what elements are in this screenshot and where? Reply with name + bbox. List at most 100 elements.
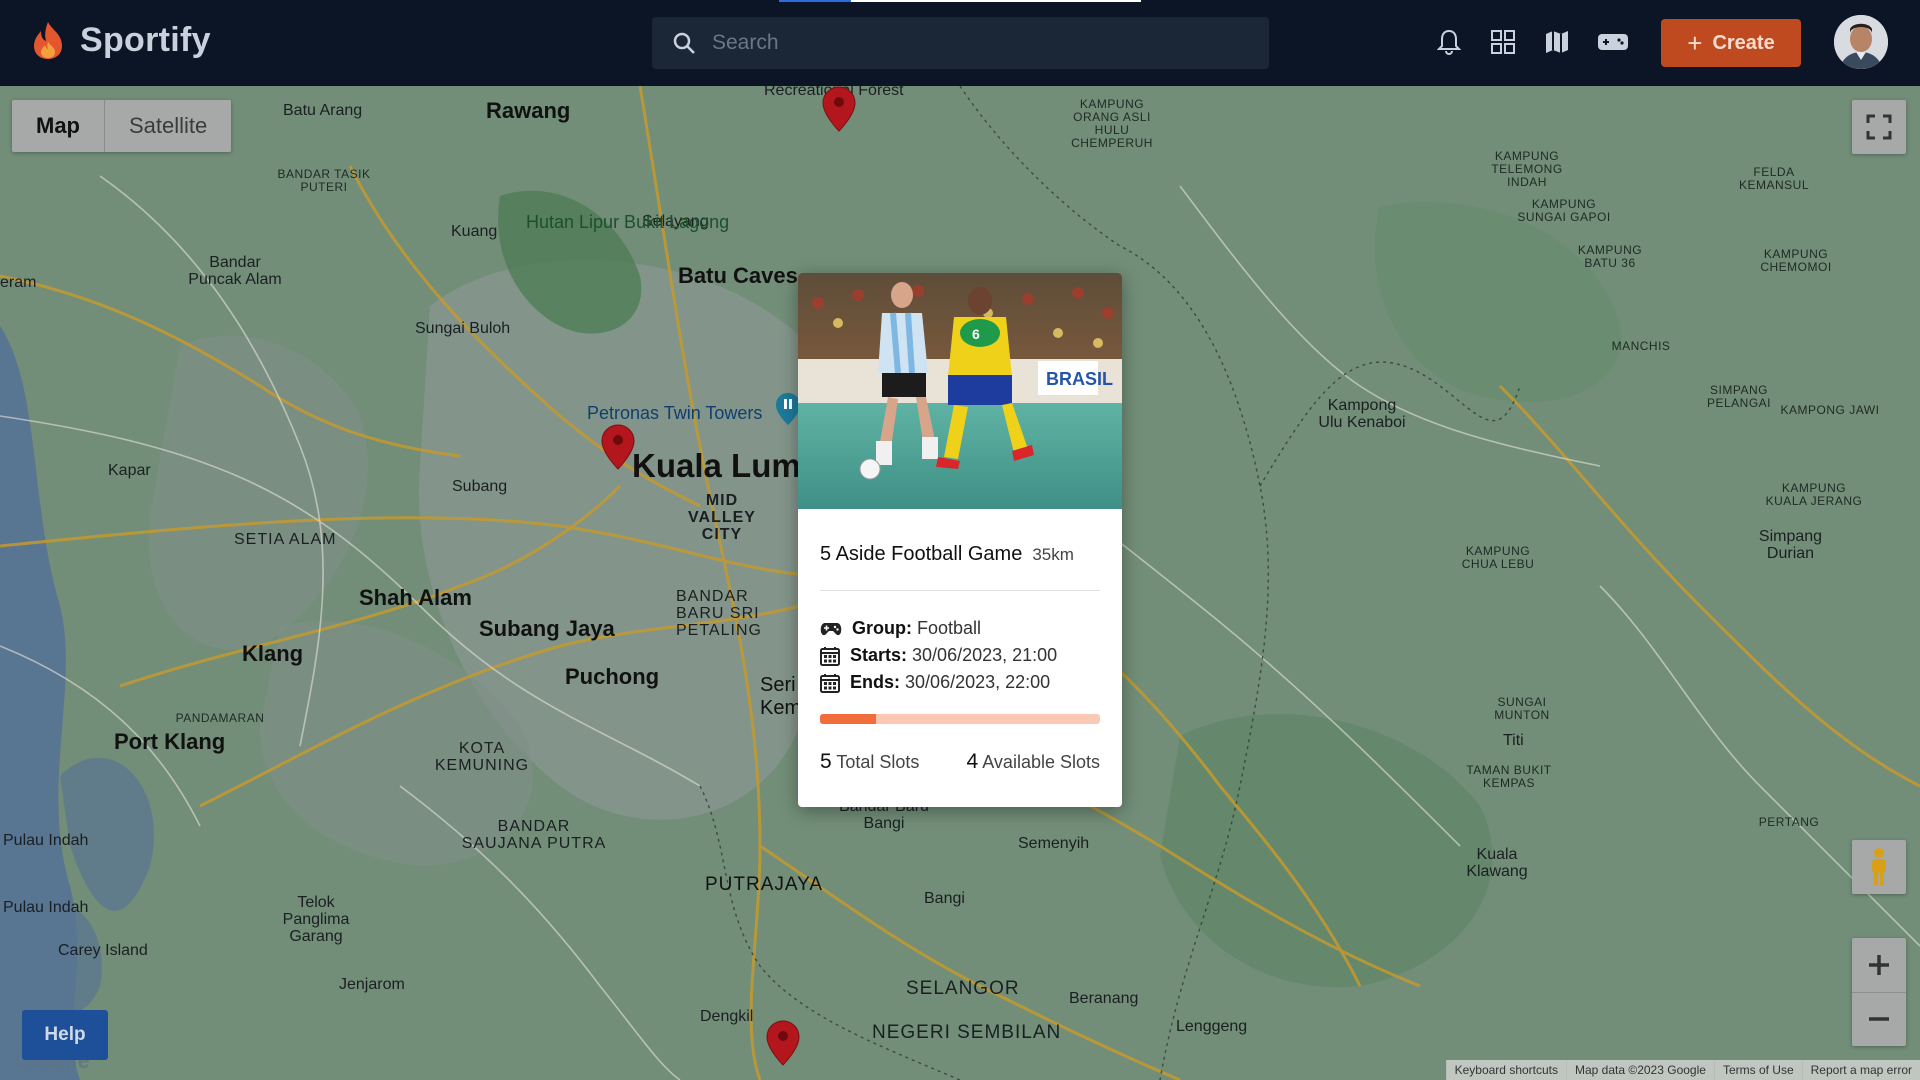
total-slots-label: Total Slots (836, 752, 920, 772)
available-slots-label: Available Slots (982, 752, 1100, 772)
ends-label: Ends: (850, 672, 901, 692)
report-map-error-link[interactable]: Report a map error (1801, 1060, 1920, 1080)
map-label-felda-kemansul: FELDA KEMANSUL (1738, 165, 1810, 192)
map-type-satellite[interactable]: Satellite (105, 100, 231, 152)
create-button[interactable]: + Create (1661, 19, 1801, 67)
event-pin-marker[interactable] (766, 1020, 800, 1066)
zoom-out-button[interactable] (1852, 993, 1906, 1047)
avatar[interactable] (1834, 15, 1888, 69)
map-attribution: Keyboard shortcuts Map data ©2023 Google… (1445, 1060, 1920, 1080)
map-label-kampung-chemomoi: KAMPUNG CHEMOMOI (1760, 247, 1832, 274)
map-label-petronas: Petronas Twin Towers (587, 403, 763, 423)
event-group-row: Group: Football (820, 615, 1100, 642)
map-label-kuala-lumpur: Kuala Lum (632, 447, 801, 484)
map-label-dengkil: Dengkil (700, 1008, 754, 1025)
map-label-subang: Subang (452, 478, 508, 495)
map-label-simpang-durian: Simpang Durian (1758, 528, 1823, 562)
starts-label: Starts: (850, 645, 908, 665)
map-label-kapar: Kapar (108, 462, 151, 479)
brand[interactable]: Sportify (28, 20, 211, 60)
plus-icon (1869, 954, 1889, 975)
zoom-control[interactable] (1852, 938, 1906, 1046)
map-icon[interactable] (1542, 24, 1572, 60)
event-distance: 35km (1032, 545, 1074, 564)
map-label-kampung-orang-asli: KAMPUNG ORANG ASLI HULU CHEMPERUH (1071, 97, 1153, 150)
map-label-mid-valley: MID VALLEY CITY (688, 492, 756, 543)
event-starts-row: Starts: 30/06/2023, 21:00 (820, 642, 1100, 669)
event-pin-marker[interactable] (822, 86, 856, 132)
map-label-sungai-buloh: Sungai Buloh (415, 320, 511, 337)
available-slots: 4 Available Slots (967, 750, 1100, 774)
grid-icon[interactable] (1488, 24, 1518, 60)
gamepad-icon (820, 622, 842, 635)
zoom-in-button[interactable] (1852, 938, 1906, 993)
search-icon (673, 32, 695, 54)
map-label-kampong-ulu-kenaboi: Kampong Ulu Kenaboi (1318, 397, 1406, 431)
map-label-shah-alam: Shah Alam (359, 585, 472, 610)
ends-value: 30/06/2023, 22:00 (905, 672, 1051, 692)
map-label-kampong-jawi: KAMPONG JAWI (1780, 403, 1880, 417)
map-label-puchong: Puchong (565, 664, 660, 689)
create-button-label: Create (1712, 31, 1775, 54)
fullscreen-button[interactable] (1852, 100, 1906, 154)
terms-of-use-link[interactable]: Terms of Use (1713, 1060, 1802, 1080)
group-value: Football (917, 618, 982, 638)
map-label-simpang-pelangai: SIMPANG PELANGAI (1706, 383, 1772, 410)
search-input[interactable] (710, 30, 1234, 56)
search-bar[interactable] (652, 17, 1269, 69)
map-label-titi: Titi (1503, 732, 1524, 749)
map-label-kampung-sungai-gapoi: KAMPUNG SUNGAI GAPOI (1517, 197, 1611, 224)
help-button[interactable]: Help (22, 1010, 108, 1060)
minus-icon (1869, 1017, 1889, 1021)
street-view-pegman[interactable] (1852, 840, 1906, 894)
available-slots-count: 4 (966, 750, 979, 773)
map-label-bandar-saujana: BANDAR SAUJANA PUTRA (461, 818, 607, 852)
map-label-kuala-klawang: Kuala Klawang (1466, 846, 1528, 880)
map-label-pulau-indah-1: Pulau Indah (3, 832, 89, 849)
svg-text:BRASIL: BRASIL (1046, 369, 1113, 389)
calendar-icon (820, 646, 840, 666)
map-label-beranang: Beranang (1069, 990, 1139, 1007)
top-bar: Sportify + Create (0, 0, 1920, 86)
map-label-kampung-kuala-jerang: KAMPUNG KUALA JERANG (1765, 481, 1863, 508)
pegman-icon (1872, 848, 1886, 885)
map-label-sungai-munton: SUNGAI MUNTON (1494, 695, 1550, 722)
map-label-port-klang: Port Klang (114, 729, 226, 754)
flame-logo-icon (34, 22, 62, 59)
event-ends-row: Ends: 30/06/2023, 22:00 (820, 669, 1100, 696)
map-label-eram: eram (0, 274, 37, 291)
map-type-map[interactable]: Map (12, 100, 104, 152)
group-label: Group: (852, 618, 912, 638)
event-title: 5 Aside Football Game (820, 543, 1023, 565)
map-type-control[interactable]: Map Satellite (12, 100, 232, 152)
event-popup-card[interactable]: BRASIL 6 5 Aside Football Game 35km Grou… (798, 273, 1122, 807)
map-label-taman-bukit-kempas: TAMAN BUKIT KEMPAS (1466, 763, 1552, 790)
svg-text:6: 6 (972, 326, 980, 342)
gamepad-icon[interactable] (1596, 24, 1630, 60)
map-label-subang-jaya: Subang Jaya (479, 616, 615, 641)
map-label-kampung-batu-36: KAMPUNG BATU 36 (1577, 243, 1643, 270)
map-label-kota-kemuning: KOTA KEMUNING (434, 740, 530, 774)
calendar-icon (820, 673, 840, 693)
map-label-hutan-lipur: Hutan Lipur Bukit Lagong (526, 212, 730, 232)
bell-icon[interactable] (1434, 24, 1464, 60)
map-label-bangi: Bangi (924, 890, 965, 907)
map-label-pertang: PERTANG (1758, 815, 1820, 829)
keyboard-shortcuts-link[interactable]: Keyboard shortcuts (1445, 1060, 1566, 1080)
map-label-negeri-sembilan: NEGERI SEMBILAN (872, 1022, 1062, 1043)
map-label-selangor: SELANGOR (906, 978, 1020, 999)
event-photo: BRASIL 6 (798, 273, 1122, 509)
map-label-rawang: Rawang (486, 98, 571, 123)
starts-value: 30/06/2023, 21:00 (912, 645, 1058, 665)
map-label-bandar-tasik-puteri: BANDAR TASIK PUTERI (277, 167, 371, 194)
map-label-bandar-puncak-alam: Bandar Puncak Alam (188, 254, 282, 288)
total-slots: 5 Total Slots (820, 750, 919, 774)
map-label-pulau-indah-2: Pulau Indah (3, 899, 89, 916)
map-label-kampung-telemong: KAMPUNG TELEMONG INDAH (1491, 149, 1563, 189)
map-label-batu-arang: Batu Arang (283, 102, 363, 119)
event-pin-marker[interactable] (601, 424, 635, 470)
map-label-carey-island: Carey Island (58, 942, 148, 959)
map-label-klang: Klang (242, 641, 304, 666)
map-label-manchis: MANCHIS (1611, 339, 1671, 353)
map-label-kuang: Kuang (451, 223, 498, 240)
